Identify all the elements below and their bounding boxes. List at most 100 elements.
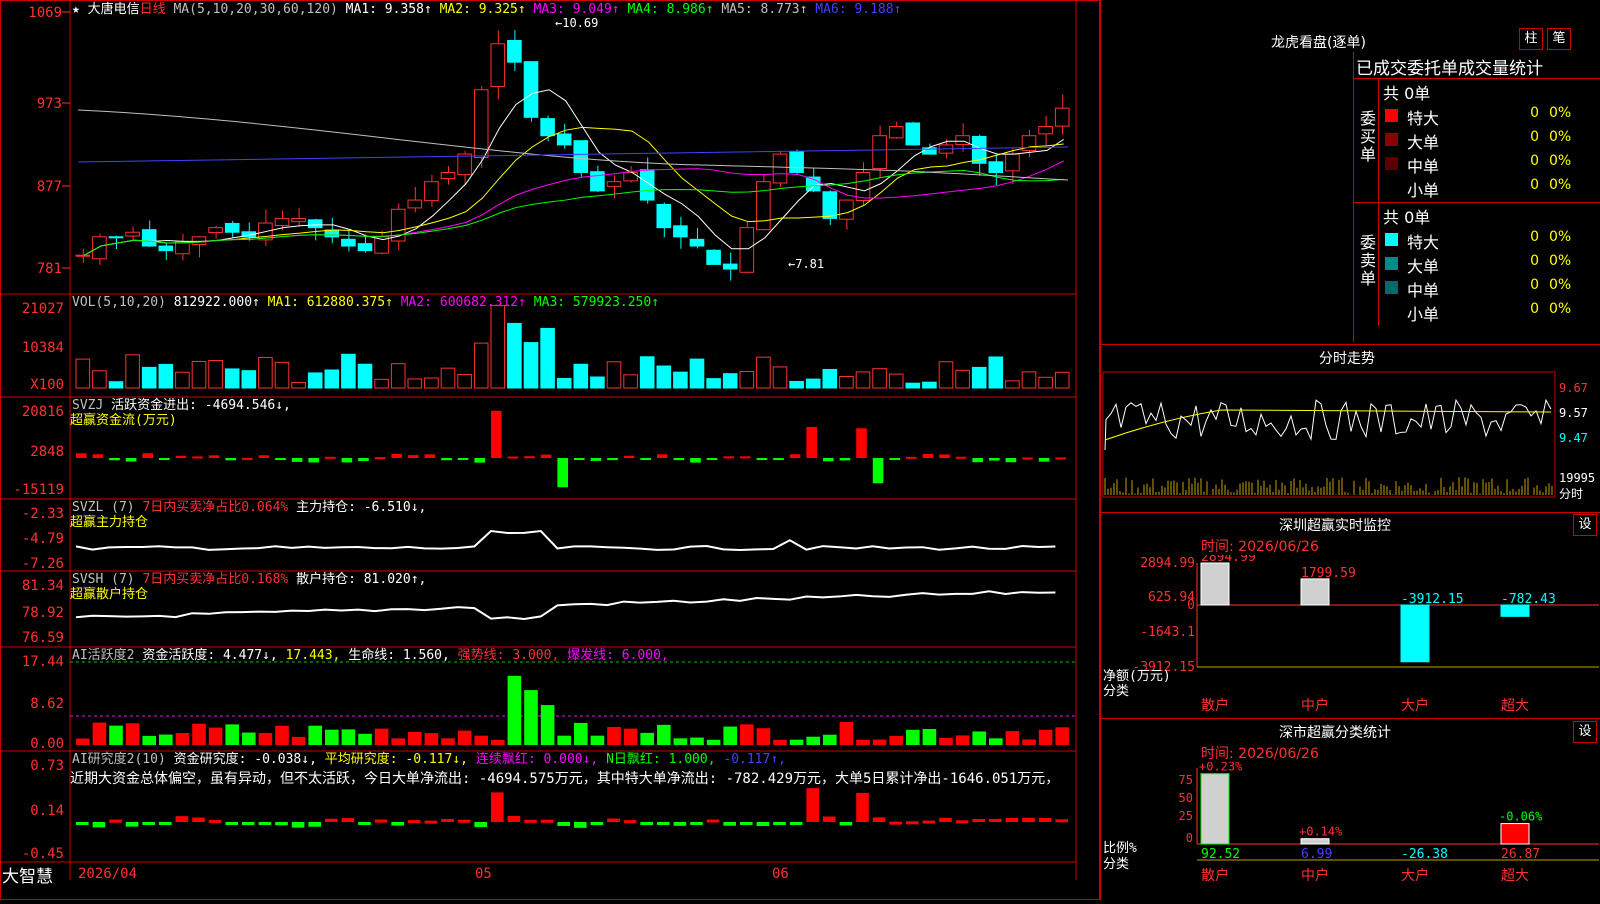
ai_active-axis-label: 8.62: [30, 696, 64, 712]
flow-bar: [540, 454, 552, 458]
volume-bar: [307, 372, 323, 389]
candlestick[interactable]: [905, 121, 921, 146]
buy-value: 0: [1530, 177, 1539, 193]
classify-settings-button[interactable]: 设: [1573, 721, 1597, 743]
flow-bar: [175, 455, 187, 458]
candlestick[interactable]: [1038, 115, 1053, 147]
activity-bar: [740, 724, 754, 745]
flow-bar: [242, 457, 253, 460]
candlestick[interactable]: [689, 227, 705, 249]
candlestick[interactable]: [639, 157, 655, 204]
volume-bar: [75, 358, 91, 389]
svzl-header: SVZL (7) 7日内买卖净占比0.064% 主力持仓: -6.510↓,: [72, 499, 426, 515]
high-price-label: ←10.69: [555, 16, 598, 30]
volume-bar: [92, 370, 107, 389]
svzj-axis-label: 2848: [30, 444, 64, 460]
ai_research-axis-label: 0.14: [30, 803, 64, 819]
research-bar: [1055, 819, 1068, 823]
candlestick[interactable]: [888, 121, 904, 139]
candlestick[interactable]: [258, 209, 273, 247]
intraday-price-line: [1104, 398, 1552, 451]
research-bar: [789, 822, 803, 825]
candlestick[interactable]: [822, 190, 838, 226]
research-bar: [690, 822, 703, 825]
research-bar: [192, 817, 205, 822]
candlestick[interactable]: [307, 218, 323, 241]
candlestick[interactable]: [191, 236, 207, 258]
sell-label: 特大: [1407, 233, 1440, 252]
price-axis-label: 973: [37, 96, 62, 112]
candlestick[interactable]: [390, 203, 406, 251]
volume-bar: [1005, 380, 1020, 389]
candlestick[interactable]: [208, 225, 223, 239]
candlestick[interactable]: [988, 154, 1004, 185]
kline-chart-area[interactable]: ★ 大唐电信日线 MA(5,10,20,30,60,120) MA1: 9.35…: [0, 0, 1100, 900]
research-bar: [540, 819, 554, 823]
candlestick[interactable]: [1054, 94, 1070, 135]
candlestick[interactable]: [523, 61, 539, 122]
tick-mode-button[interactable]: 笔: [1547, 28, 1571, 50]
candlestick[interactable]: [357, 234, 373, 253]
candlestick[interactable]: [490, 30, 506, 100]
sell-pct: 0%: [1549, 229, 1572, 245]
activity-bar: [325, 729, 339, 745]
bar-mode-button[interactable]: 柱: [1519, 28, 1543, 50]
classify-category-label: 超大: [1501, 868, 1529, 884]
volume-bar: [191, 360, 207, 389]
flow-bar: [441, 458, 452, 461]
candlestick[interactable]: [556, 123, 572, 149]
classify-x-caption: 分类: [1103, 857, 1129, 872]
candlestick[interactable]: [125, 226, 140, 240]
candlestick[interactable]: [291, 207, 306, 227]
candlestick[interactable]: [224, 220, 240, 239]
candlestick[interactable]: [141, 220, 157, 248]
candlestick[interactable]: [656, 202, 672, 238]
intraday-chart[interactable]: 9.67 9.57 9.47 19995 分时: [1101, 370, 1600, 510]
activity-bar: [889, 735, 903, 745]
candlestick[interactable]: [440, 166, 456, 185]
candlestick[interactable]: [756, 174, 771, 231]
kline-chart[interactable]: ★ 大唐电信日线 MA(5,10,20,30,60,120) MA1: 9.35…: [0, 0, 1100, 900]
candlestick[interactable]: [175, 233, 190, 261]
flow-bar: [972, 458, 983, 463]
research-bar: [972, 819, 985, 823]
activity-bar: [1005, 731, 1020, 745]
sell-pct: 0%: [1549, 277, 1572, 293]
candlestick[interactable]: [75, 248, 91, 263]
svsh-subtitle: 超赢散户持仓: [70, 586, 148, 602]
sell-label: 小单: [1407, 305, 1440, 324]
candlestick[interactable]: [971, 134, 987, 176]
candlestick[interactable]: [706, 249, 721, 265]
sell-value: 0: [1530, 277, 1539, 293]
candlestick[interactable]: [855, 162, 871, 206]
candlestick[interactable]: [805, 168, 821, 193]
candlestick[interactable]: [722, 252, 738, 281]
research-bar: [291, 822, 305, 828]
candlestick[interactable]: [424, 174, 439, 207]
candlestick[interactable]: [158, 242, 174, 260]
candlestick[interactable]: [789, 149, 804, 175]
activity-bar: [590, 735, 605, 745]
candlestick[interactable]: [955, 123, 970, 152]
classify-bar: [1200, 773, 1230, 845]
candlestick[interactable]: [507, 30, 522, 71]
candlestick[interactable]: [772, 150, 788, 188]
price-axis-label: 781: [37, 261, 62, 277]
candlestick[interactable]: [673, 216, 688, 249]
candlestick[interactable]: [590, 165, 605, 193]
monitor-settings-button[interactable]: 设: [1573, 514, 1597, 536]
flow-bar: [690, 458, 701, 463]
monitor-axis-label: 0: [1187, 598, 1195, 613]
monitor-value-label: -3912.15: [1401, 592, 1464, 607]
vol-axis-label: 10384: [22, 340, 64, 356]
candlestick[interactable]: [407, 186, 423, 213]
flow-bar: [922, 453, 934, 458]
candlestick[interactable]: [341, 230, 356, 252]
sell-pct: 0%: [1549, 301, 1572, 317]
volume-bar: [722, 373, 738, 389]
monitor-axis-label: -1643.1: [1140, 625, 1195, 640]
candlestick[interactable]: [839, 199, 854, 230]
volume-bar: [473, 342, 489, 389]
candlestick[interactable]: [374, 230, 389, 255]
classify-chart: 7550250+0.23%92.52散户+0.14%6.99中户-26.38大户…: [1103, 762, 1599, 884]
